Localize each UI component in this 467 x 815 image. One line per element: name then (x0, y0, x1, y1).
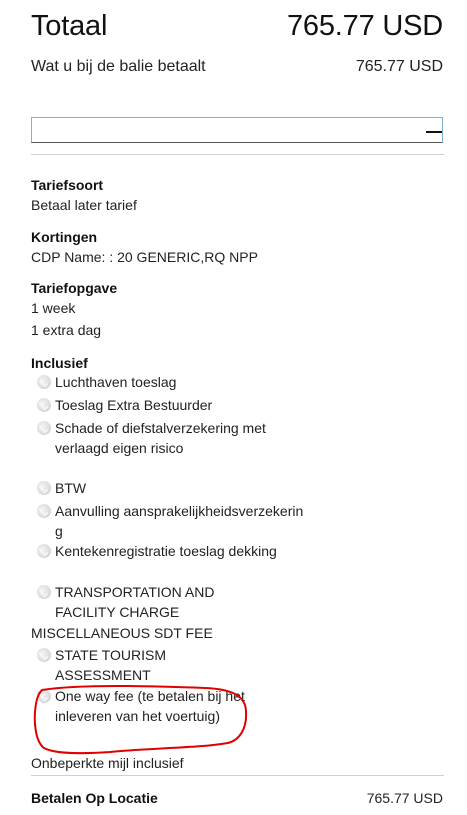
discounts-value: CDP Name: : 20 GENERIC,RQ NPP (31, 249, 258, 265)
list-item: TRANSPORTATION AND FACILITY CHARGE (31, 582, 265, 623)
discounts-section: Kortingen CDP Name: : 20 GENERIC,RQ NPP (31, 227, 258, 267)
total-row: Totaal 765.77 USD (31, 10, 443, 43)
list-item-label: Aanvulling aansprakelijkheidsverzekering (55, 503, 304, 539)
rate-line: 1 week (31, 300, 76, 316)
rate-type-heading: Tariefsoort (31, 177, 104, 193)
list-item-label: MISCELLANEOUS SDT FEE (31, 625, 213, 641)
rate-statement-section: Tariefopgave 1 week 1 extra dag (31, 278, 117, 340)
collapse-toggle[interactable] (31, 117, 443, 143)
included-list: Luchthaven toeslag Toeslag Extra Bestuur… (31, 372, 331, 748)
counter-label: Wat u bij de balie betaalt (31, 58, 206, 75)
check-circle-icon (37, 398, 51, 412)
list-item: Aanvulling aansprakelijkheidsverzekering (31, 501, 305, 541)
included-heading: Inclusief (31, 355, 88, 371)
check-circle-icon (37, 544, 51, 558)
list-item-label: One way fee (te betalen bij het inlevere… (55, 688, 245, 724)
check-circle-icon (37, 585, 51, 599)
pay-at-location-row: Betalen Op Locatie 765.77 USD (31, 790, 443, 806)
discounts-heading: Kortingen (31, 229, 98, 245)
check-circle-icon (37, 375, 51, 389)
check-circle-icon (37, 421, 51, 435)
list-item-label: Toeslag Extra Bestuurder (55, 397, 213, 413)
list-item: Luchthaven toeslag (31, 372, 331, 395)
list-item-label: Luchthaven toeslag (55, 374, 177, 390)
list-item: MISCELLANEOUS SDT FEE (31, 623, 331, 645)
total-amount: 765.77 USD (287, 10, 443, 42)
rate-statement-heading: Tariefopgave (31, 280, 118, 296)
divider (31, 154, 444, 155)
minus-icon[interactable] (426, 131, 442, 133)
rate-type-value: Betaal later tarief (31, 197, 137, 213)
list-item-label: BTW (55, 480, 87, 496)
included-section: Inclusief (31, 353, 88, 373)
check-circle-icon (37, 481, 51, 495)
counter-amount: 765.77 USD (355, 58, 443, 75)
rate-line: 1 extra dag (31, 322, 102, 338)
check-circle-icon (37, 689, 51, 703)
counter-row: Wat u bij de balie betaalt 765.77 USD (31, 58, 443, 76)
check-circle-icon (37, 504, 51, 518)
list-item-label: STATE TOURISM ASSESSMENT (55, 647, 166, 683)
list-item: Schade of diefstalverzekering met verlaa… (31, 418, 275, 478)
pay-at-location-amount: 765.77 USD (366, 790, 443, 806)
total-label: Totaal (31, 10, 108, 42)
unlimited-mileage: Onbeperkte mijl inclusief (31, 755, 184, 771)
check-circle-icon (37, 648, 51, 662)
list-item-label: TRANSPORTATION AND FACILITY CHARGE (55, 584, 215, 620)
pay-at-location-label: Betalen Op Locatie (31, 790, 158, 806)
list-item: BTW (31, 478, 331, 501)
list-item: STATE TOURISM ASSESSMENT (31, 645, 225, 686)
list-item: Kentekenregistratie toeslag dekking (31, 541, 295, 582)
list-item: Toeslag Extra Bestuurder (31, 395, 331, 418)
list-item: One way fee (te betalen bij het inlevere… (31, 686, 291, 748)
list-item-label: Kentekenregistratie toeslag dekking (55, 543, 277, 559)
list-item-label: Schade of diefstalverzekering met verlaa… (55, 420, 266, 456)
rate-type-section: Tariefsoort Betaal later tarief (31, 175, 137, 215)
divider (31, 775, 444, 776)
